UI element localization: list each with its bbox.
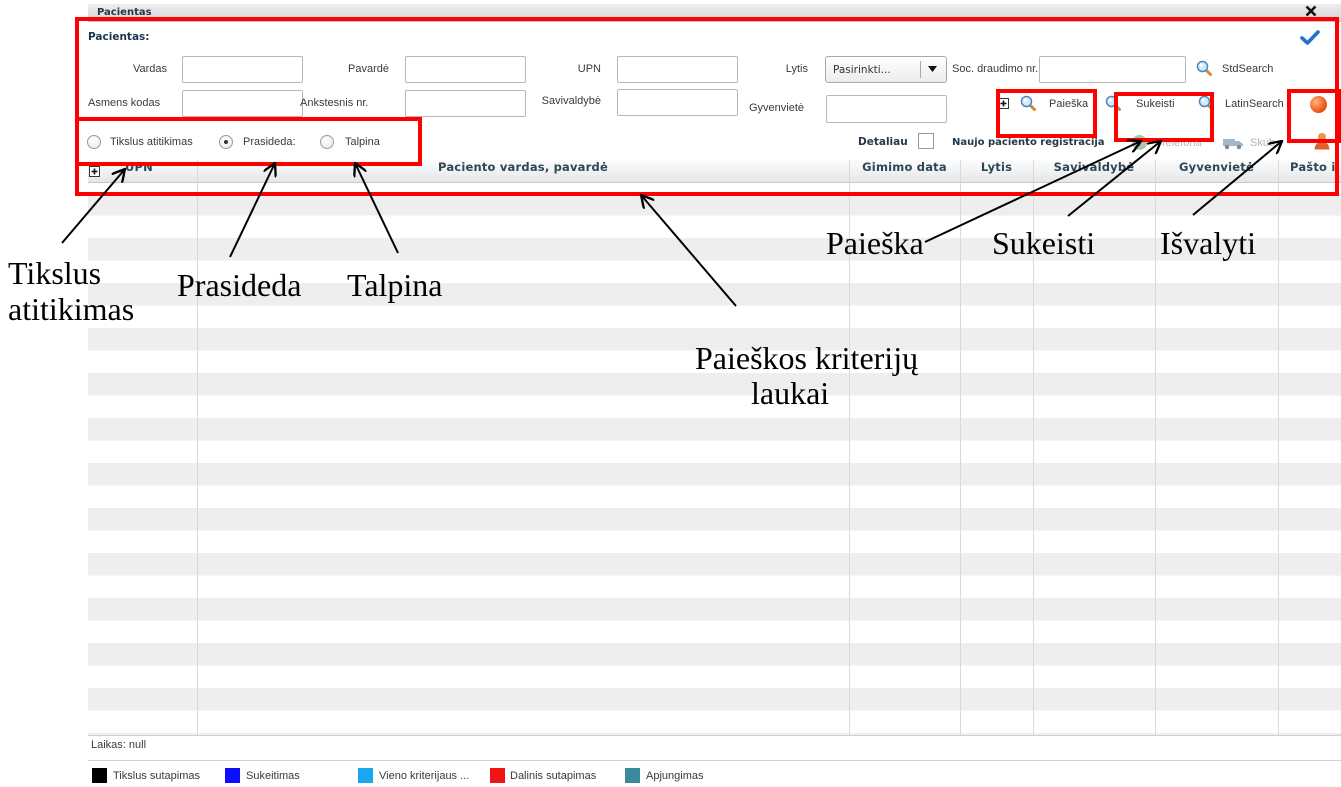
close-icon[interactable] <box>1305 5 1317 17</box>
legend-label-single-criterion: Vieno kriterijaus ... <box>379 770 470 782</box>
annotation-paieska: Paieška <box>826 225 924 261</box>
legend-swatch-single-criterion <box>358 768 373 783</box>
column-divider <box>197 160 198 735</box>
legend-label-exact: Tikslus sutapimas <box>113 770 201 782</box>
highlight-box-clear <box>1287 89 1341 143</box>
annotation-talpina: Talpina <box>347 267 443 303</box>
annotation-prasideda: Prasideda <box>177 267 302 303</box>
column-divider <box>1155 160 1156 735</box>
highlight-box-search <box>996 89 1097 138</box>
table-bottom-border <box>88 735 1341 736</box>
legend-swatch-swap <box>225 768 240 783</box>
legend-swatch-merge <box>625 768 640 783</box>
legend-swatch-partial <box>490 768 505 783</box>
column-divider <box>960 160 961 735</box>
highlight-box-match-modes <box>75 117 422 166</box>
legend-label-partial: Dalinis sutapimas <box>510 770 597 782</box>
annotation-sukeisti: Sukeisti <box>992 225 1096 261</box>
footer-divider <box>88 760 1341 761</box>
legend-swatch-exact <box>92 768 107 783</box>
annotation-criteria-line2: laukai <box>751 375 830 411</box>
annotation-tikslus-line2: atitikimas <box>8 291 135 327</box>
annotation-criteria-line1: Paieškos kriterijų <box>695 340 919 376</box>
annotation-tikslus-line1: Tikslus <box>8 255 102 291</box>
time-status: Laikas: null <box>91 739 147 751</box>
column-divider <box>1278 160 1279 735</box>
highlight-box-swap <box>1114 92 1214 142</box>
legend-label-swap: Sukeitimas <box>246 770 300 782</box>
annotation-isvalyti: Išvalyti <box>1160 225 1256 261</box>
results-table-body[interactable] <box>88 183 1341 735</box>
legend-label-merge: Apjungimas <box>646 770 704 782</box>
